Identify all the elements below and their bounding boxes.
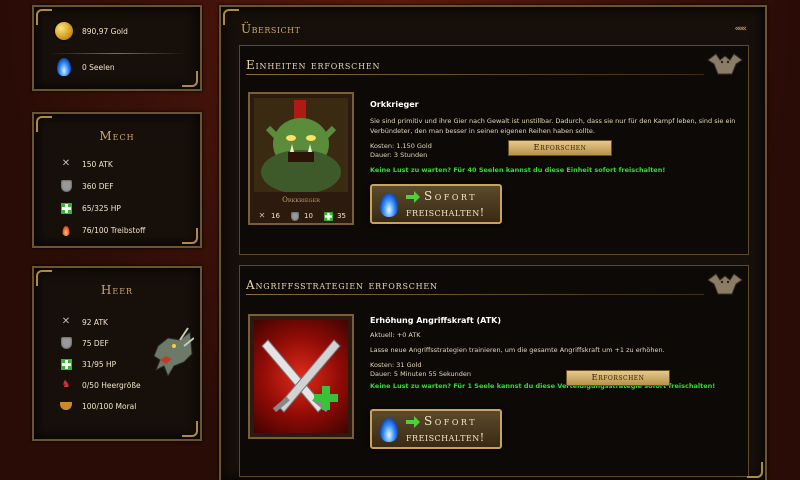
- souls-row: 0 Seelen: [54, 57, 115, 77]
- crossed-swords-plus-image: [254, 320, 348, 433]
- units-section-title: Einheiten erforschen: [246, 58, 381, 72]
- shield-icon: [60, 337, 72, 349]
- instant-label-2: freischalten!: [406, 431, 485, 444]
- overview-panel: Übersicht ««« Einheiten erforschen Orkkr…: [219, 5, 767, 480]
- army-morale-row: 100/100 Moral: [60, 400, 136, 412]
- army-size-row: ♞ 0/50 Heergröße: [60, 379, 141, 391]
- shield-icon: [289, 210, 301, 222]
- card-def: 10: [289, 210, 313, 222]
- army-def-row: 75 DEF: [60, 337, 109, 349]
- unit-card-name: Orkkrieger: [282, 196, 320, 204]
- army-title: Heer: [100, 283, 134, 297]
- resources-panel: 890,97 Gold 0 Seelen: [32, 5, 202, 91]
- health-cross-icon: [60, 358, 72, 370]
- arrow-right-icon: [406, 416, 420, 428]
- strategy-description: Lasse neue Angriffsstrategien trainieren…: [370, 345, 665, 354]
- instant-label-1: Sofort: [424, 414, 478, 428]
- card-atk: ✕ 16: [256, 210, 280, 222]
- crossed-swords-icon: ✕: [61, 158, 71, 169]
- unit-research-button[interactable]: Erforschen: [508, 140, 612, 156]
- morale-horn-icon: [60, 400, 72, 412]
- shield-icon: [60, 180, 72, 192]
- army-size-value: 0/50 Heergröße: [82, 380, 141, 390]
- orc-warrior-image: [254, 98, 348, 192]
- arrow-right-icon: [406, 191, 420, 203]
- instant-label-2: freischalten!: [406, 206, 485, 219]
- divider: [48, 53, 186, 54]
- health-cross-icon: [60, 202, 72, 214]
- strategies-research-section: Angriffsstrategien erforschen Erhöhung A…: [239, 265, 749, 477]
- mech-title: Mech: [99, 129, 135, 143]
- mech-atk-value: 150 ATK: [82, 159, 113, 169]
- unit-card: Orkkrieger ✕ 16 10 35: [248, 92, 354, 225]
- section-divider: [246, 74, 704, 75]
- crossed-swords-icon: ✕: [61, 316, 71, 327]
- card-hp-value: 35: [337, 212, 346, 220]
- strategy-card: [248, 314, 354, 439]
- army-atk-row: ✕ 92 ATK: [60, 316, 108, 328]
- page-title: Übersicht: [241, 22, 301, 36]
- soul-flame-icon: [380, 418, 398, 442]
- unit-card-stats: ✕ 16 10 35: [256, 210, 346, 222]
- souls-amount: 0 Seelen: [82, 62, 115, 72]
- strategies-section-title: Angriffsstrategien erforschen: [246, 278, 438, 292]
- army-atk-value: 92 ATK: [82, 317, 108, 327]
- mech-fuel-row: 76/100 Treibstoff: [60, 224, 145, 236]
- gargoyle-icon: [707, 53, 743, 75]
- army-hp-value: 31/95 HP: [82, 359, 117, 369]
- section-divider: [246, 294, 704, 295]
- gargoyle-icon: [707, 273, 743, 295]
- strategy-instant-offer: Keine Lust zu warten? Für 1 Seele kannst…: [370, 382, 716, 390]
- mech-atk-row: ✕ 150 ATK: [60, 158, 113, 170]
- unit-instant-offer: Keine Lust zu warten? Für 40 Seelen kann…: [370, 166, 666, 174]
- mech-fuel-value: 76/100 Treibstoff: [82, 225, 146, 235]
- mech-def-value: 360 DEF: [82, 181, 114, 191]
- soul-flame-icon: [380, 193, 398, 217]
- strategy-instant-unlock-button[interactable]: Sofort freischalten!: [370, 409, 502, 449]
- mech-def-row: 360 DEF: [60, 180, 114, 192]
- army-panel: Heer ✕ 92 ATK 75 DEF 31/95 HP ♞ 0/50 Hee…: [32, 266, 202, 441]
- card-def-value: 10: [304, 212, 313, 220]
- strategy-cost: Kosten: 31 Gold: [370, 360, 422, 369]
- fuel-flame-icon: [60, 224, 72, 236]
- instant-label-1: Sofort: [424, 189, 478, 203]
- mech-hp-value: 65/325 HP: [82, 203, 121, 213]
- army-helmet-icon: ♞: [61, 379, 71, 390]
- gold-coin-icon: [54, 21, 74, 41]
- army-def-value: 75 DEF: [82, 338, 109, 348]
- crossed-swords-icon: ✕: [258, 211, 266, 220]
- unit-description: Sie sind primitiv und ihre Gier nach Gew…: [370, 117, 736, 135]
- unit-instant-unlock-button[interactable]: Sofort freischalten!: [370, 184, 502, 224]
- strategy-name: Erhöhung Angriffskraft (ATK): [370, 316, 502, 325]
- mech-hp-row: 65/325 HP: [60, 202, 121, 214]
- unit-name: Orkkrieger: [370, 100, 419, 109]
- army-hp-row: 31/95 HP: [60, 358, 116, 370]
- unit-info: Orkkrieger Sie sind primitiv und ihre Gi…: [370, 100, 740, 174]
- strategy-info: Erhöhung Angriffskraft (ATK) Aktuell: +0…: [370, 316, 740, 390]
- gold-amount: 890,97 Gold: [82, 26, 128, 36]
- units-research-section: Einheiten erforschen Orkkrieger ✕ 16 10: [239, 45, 749, 255]
- gold-row: 890,97 Gold: [54, 21, 128, 41]
- health-cross-icon: [322, 210, 334, 222]
- dragon-head-icon: [153, 327, 194, 378]
- strategy-research-button[interactable]: Erforschen: [566, 370, 670, 386]
- card-hp: 35: [322, 210, 346, 222]
- card-atk-value: 16: [271, 212, 280, 220]
- army-morale-value: 100/100 Moral: [82, 401, 137, 411]
- strategy-current: Aktuell: +0 ATK: [370, 331, 421, 339]
- mech-panel: Mech ✕ 150 ATK 360 DEF 65/325 HP 76/100 …: [32, 112, 202, 248]
- soul-flame-icon: [54, 57, 74, 77]
- collapse-button[interactable]: «««: [734, 24, 746, 34]
- strategy-duration: Dauer: 5 Minuten 55 Sekunden: [370, 370, 472, 379]
